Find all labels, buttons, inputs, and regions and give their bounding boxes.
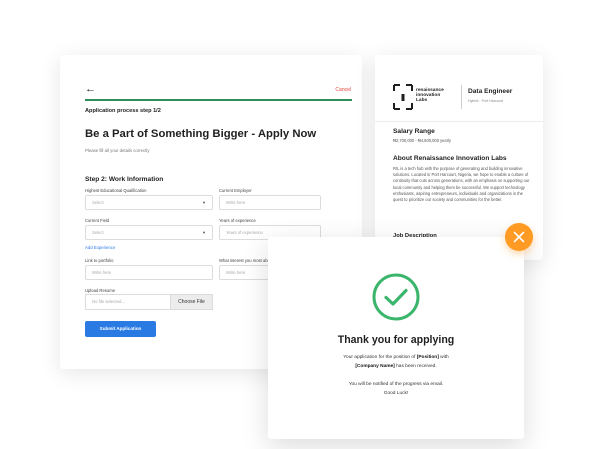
qualification-label: Highest Educational Qualification: [85, 188, 147, 193]
cancel-link[interactable]: Cancel: [335, 87, 351, 93]
salary-heading: Salary Range: [393, 128, 435, 135]
job-title: Data Engineer: [468, 88, 513, 95]
employer-label: Current Employer: [219, 188, 252, 193]
company-logo-icon: [393, 84, 413, 110]
logo-line: Labs: [416, 98, 428, 104]
company-logo-text: renaissance innovation Labs: [416, 88, 444, 104]
page-title: Be a Part of Something Bigger - Apply No…: [85, 128, 317, 140]
employer-placeholder: Write here: [226, 200, 246, 205]
thank-you-notice: You will be notified of the progress via…: [298, 380, 494, 398]
choose-file-button[interactable]: Choose File: [170, 294, 213, 310]
current-field-label: Current Field: [85, 218, 110, 223]
thank-you-dialog: Thank you for applying Your application …: [268, 237, 524, 439]
employer-field[interactable]: Write here: [219, 195, 321, 210]
file-name-display: No file selected...: [85, 294, 170, 310]
message-text: with: [438, 355, 449, 360]
salary-value: ₦2,700,000 - ₦4,500,000 yearly: [393, 138, 452, 143]
submit-application-button[interactable]: Submit Application: [85, 321, 156, 337]
thank-you-title: Thank you for applying: [337, 334, 455, 346]
experience-placeholder: Years of experience: [226, 230, 263, 235]
experience-label: Years of experience: [219, 218, 256, 223]
message-text: has been received.: [394, 364, 437, 369]
chevron-down-icon: ▼: [202, 200, 206, 205]
section-heading: Step 2: Work Information: [85, 176, 164, 183]
current-field-value: Select: [92, 230, 104, 235]
qualification-select[interactable]: Select ▼: [85, 195, 213, 210]
sign-off-text: Good Luck!: [383, 391, 409, 396]
interest-placeholder: Write here: [226, 270, 246, 275]
notice-text: You will be notified of the progress via…: [348, 382, 444, 387]
job-meta: Hybrid · Port Harcourt: [468, 99, 503, 103]
divider: [461, 85, 462, 109]
close-icon: [513, 231, 525, 243]
about-heading: About Renaissance Innovation Labs: [393, 155, 507, 162]
add-experience-link[interactable]: Add Experience: [85, 245, 115, 250]
progress-bar: [85, 99, 352, 101]
upload-resume-label: Upload Resume: [85, 288, 116, 293]
step-label: Application process step 1/2: [85, 108, 161, 114]
back-arrow-icon[interactable]: ←: [85, 84, 96, 95]
company-placeholder: [Company Name]: [355, 364, 395, 369]
check-circle-icon: [372, 273, 420, 321]
thank-you-message: Your application for the position of [Po…: [298, 353, 494, 371]
portfolio-field[interactable]: Write here: [85, 265, 213, 280]
divider: [375, 121, 543, 122]
qualification-value: Select: [92, 200, 104, 205]
message-text: Your application for the position of: [343, 355, 417, 360]
close-button[interactable]: [505, 223, 533, 251]
progress-bar-fill: [85, 99, 352, 101]
portfolio-placeholder: Write here: [92, 270, 112, 275]
position-placeholder: [Position]: [416, 355, 439, 360]
chevron-down-icon: ▼: [202, 230, 206, 235]
page-subtitle: Please fill all your details correctly: [85, 148, 150, 153]
interest-label: What interest you most abo: [219, 258, 270, 263]
about-text: RIL is a tech hub with the purpose of ge…: [393, 166, 530, 203]
portfolio-label: Link to portfolio: [85, 258, 114, 263]
current-field-select[interactable]: Select ▼: [85, 225, 213, 240]
